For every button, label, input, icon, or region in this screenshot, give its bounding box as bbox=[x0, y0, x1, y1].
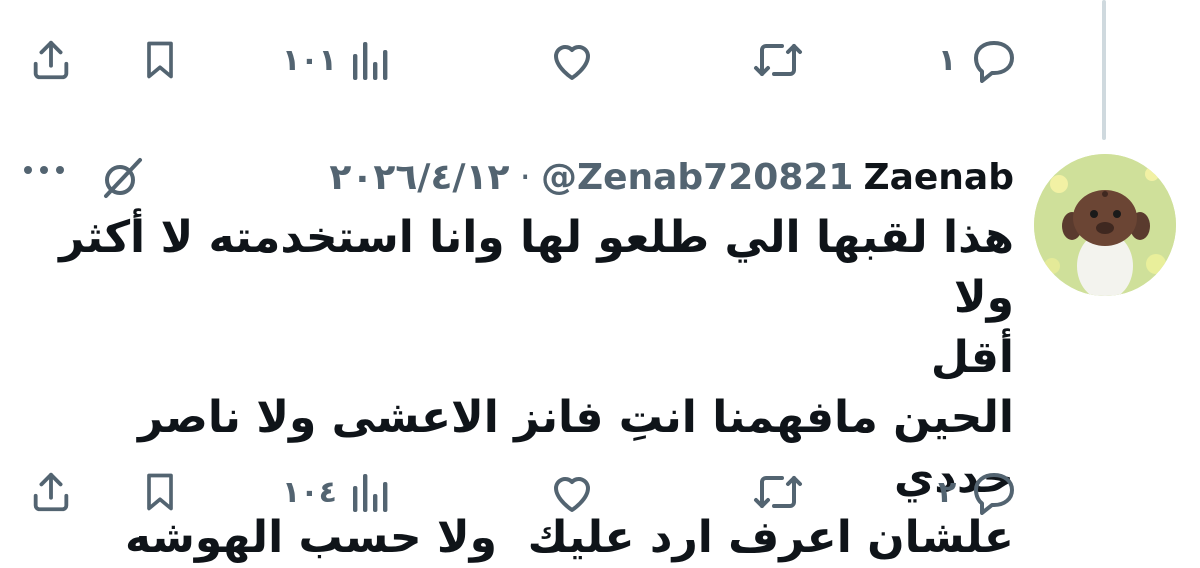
reply-button[interactable]: ٢ bbox=[938, 462, 1018, 522]
reply-icon bbox=[970, 469, 1018, 515]
views-button[interactable]: ١٠٤ bbox=[282, 462, 391, 522]
share-icon bbox=[28, 469, 74, 515]
avatar[interactable] bbox=[1034, 154, 1176, 296]
tweet[interactable]: ٢٠٢٦/٤/١٢ · @Zenab720821 Zaenab هذا لقبه… bbox=[0, 140, 1200, 563]
grok-button[interactable] bbox=[98, 154, 146, 206]
retweet-icon bbox=[752, 38, 804, 82]
bookmark-icon bbox=[138, 469, 182, 515]
views-bar-chart-icon bbox=[351, 470, 391, 514]
bookmark-button[interactable] bbox=[138, 462, 182, 522]
heart-icon bbox=[548, 38, 596, 82]
tweet-text-line: أقل bbox=[930, 332, 1014, 383]
views-count: ١٠١ bbox=[282, 42, 337, 78]
retweet-button[interactable] bbox=[752, 30, 804, 90]
tweet-date[interactable]: ٢٠٢٦/٤/١٢ bbox=[329, 157, 509, 198]
bottom-action-bar: ١٠٤ ٢ bbox=[0, 462, 1200, 522]
like-button[interactable] bbox=[548, 30, 596, 90]
header-separator: · bbox=[519, 156, 531, 198]
heart-icon bbox=[548, 470, 596, 514]
retweet-icon bbox=[752, 470, 804, 514]
more-options-button[interactable] bbox=[22, 160, 66, 184]
tweet-text-line: هذا لقبها الي طلعو لها وانا استخدمته لا … bbox=[43, 212, 1014, 323]
bookmark-icon bbox=[138, 37, 182, 83]
views-bar-chart-icon bbox=[351, 38, 391, 82]
reply-icon bbox=[970, 37, 1018, 83]
reply-count: ٢ bbox=[938, 474, 957, 510]
more-dots-icon bbox=[22, 165, 66, 184]
views-button[interactable]: ١٠١ bbox=[282, 30, 391, 90]
retweet-button[interactable] bbox=[752, 462, 804, 522]
grok-icon bbox=[98, 158, 146, 206]
share-button[interactable] bbox=[28, 30, 74, 90]
like-button[interactable] bbox=[548, 462, 596, 522]
views-count: ١٠٤ bbox=[282, 474, 337, 510]
top-action-bar: ١٠١ ١ bbox=[0, 30, 1200, 90]
share-button[interactable] bbox=[28, 462, 74, 522]
reply-count: ١ bbox=[938, 42, 957, 78]
user-handle[interactable]: @Zenab720821 bbox=[541, 157, 854, 198]
display-name[interactable]: Zaenab bbox=[863, 157, 1014, 198]
bookmark-button[interactable] bbox=[138, 30, 182, 90]
tweet-header: ٢٠٢٦/٤/١٢ · @Zenab720821 Zaenab bbox=[329, 152, 1014, 202]
reply-button[interactable]: ١ bbox=[938, 30, 1018, 90]
share-icon bbox=[28, 37, 74, 83]
